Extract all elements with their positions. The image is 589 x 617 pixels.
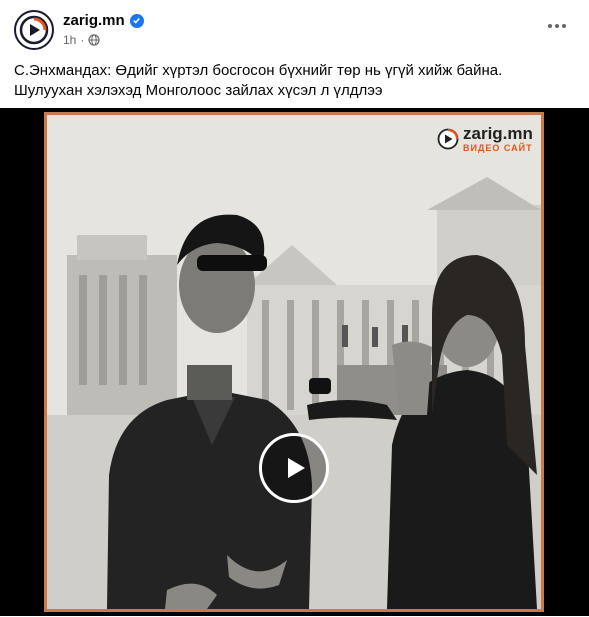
- meta-separator: ·: [80, 33, 85, 47]
- watermark-name: zarig.mn: [463, 124, 533, 143]
- video-thumbnail: [47, 115, 541, 609]
- post-caption: С.Энхмандах: Өдийг хүртэл босгосон бүхни…: [14, 62, 503, 99]
- play-logo-icon: [19, 15, 49, 45]
- globe-icon[interactable]: [88, 34, 100, 46]
- verified-badge-icon: [129, 13, 144, 28]
- watermark-logo-icon: [437, 128, 459, 150]
- page-name-link[interactable]: zarig.mn: [63, 12, 125, 29]
- more-options-icon[interactable]: [545, 16, 569, 36]
- post-timestamp[interactable]: 1h: [63, 33, 76, 47]
- video-frame: zarig.mn ВИДЕО САЙТ: [44, 112, 544, 612]
- play-icon[interactable]: [259, 433, 329, 503]
- watermark-subtitle: ВИДЕО САЙТ: [463, 143, 533, 153]
- facebook-post: zarig.mn 1h · С.Энхмандах: Өдийг хүртэл …: [0, 0, 589, 617]
- post-header: zarig.mn 1h ·: [0, 0, 589, 58]
- video-watermark: zarig.mn ВИДЕО САЙТ: [437, 125, 533, 153]
- post-video[interactable]: zarig.mn ВИДЕО САЙТ: [0, 108, 589, 616]
- page-name-row: zarig.mn: [63, 12, 144, 29]
- post-meta: 1h ·: [63, 33, 100, 47]
- page-avatar[interactable]: [14, 10, 54, 50]
